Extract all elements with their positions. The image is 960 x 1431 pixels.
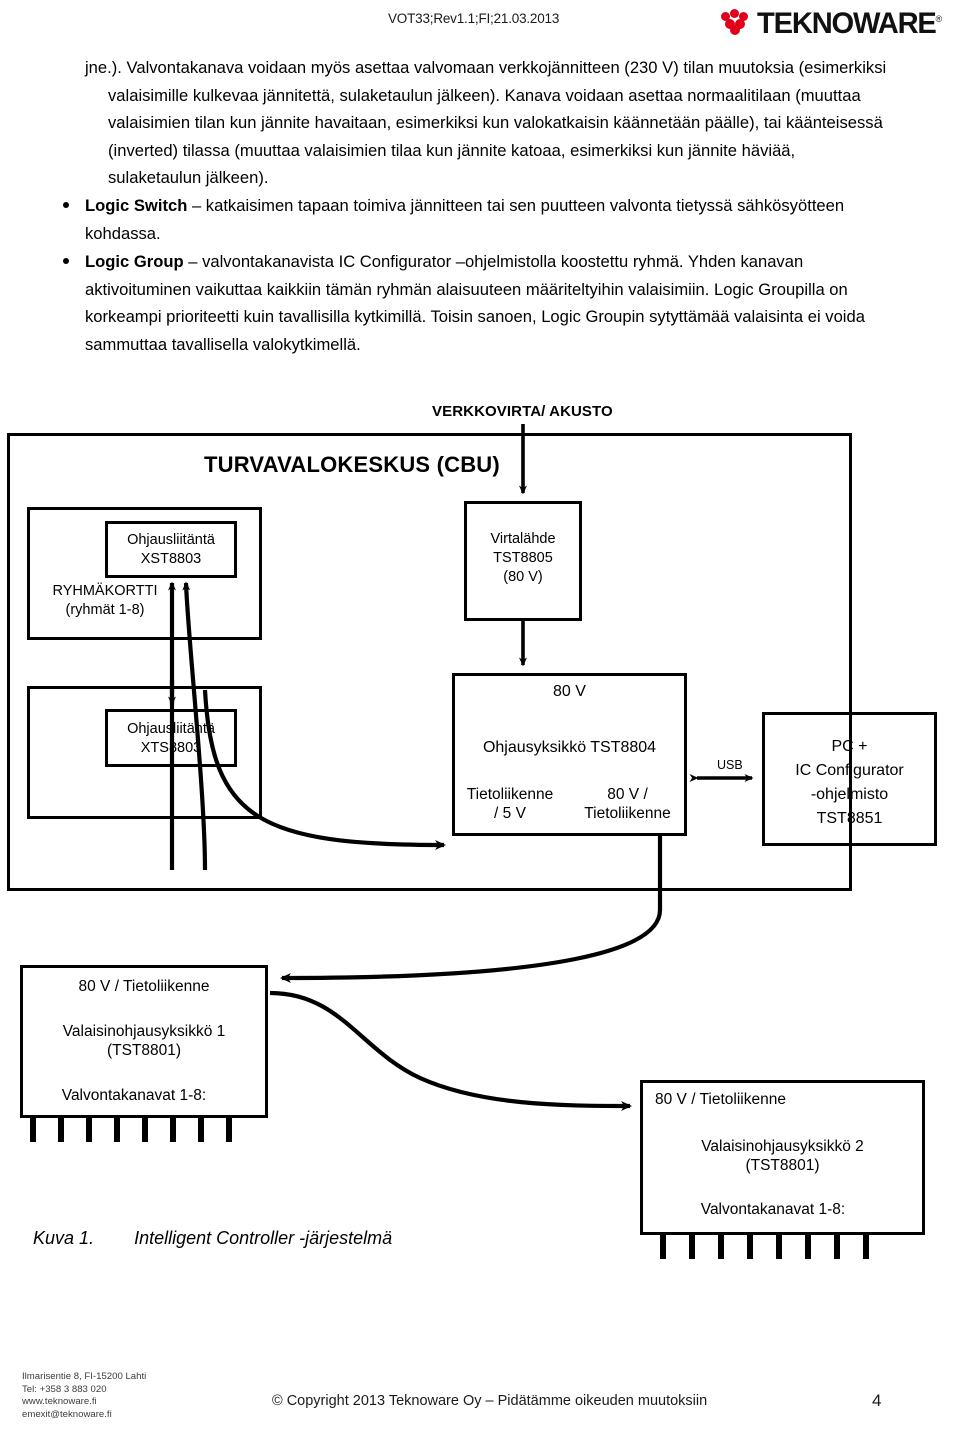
control-unit-title: Ohjausyksikkö TST8804 xyxy=(482,739,657,756)
unit2-channels-label: Valvontakanavat 1-8: xyxy=(700,1201,846,1218)
pc-label: PC + IC Configurator -ohjelmisto TST8851 xyxy=(795,738,904,827)
list-item-term: Logic Switch xyxy=(85,196,188,215)
system-diagram: VERKKOVIRTA/ AKUSTO TURVAVALOKESKUS (CBU… xyxy=(0,390,960,1295)
cbu-title: TURVAVALOKESKUS (CBU) xyxy=(204,452,500,477)
body-paragraph: jne.). Valvontakanava voidaan myös asett… xyxy=(85,58,887,187)
page-number: 4 xyxy=(872,1391,882,1410)
logo-wordmark: TEKNOWARE® xyxy=(757,4,942,39)
unit1-top-label: 80 V / Tietoliikenne xyxy=(78,978,210,995)
list-item: Logic Switch – katkaisimen tapaan toimiv… xyxy=(62,192,890,247)
footer-address: Ilmarisentie 8, FI-15200 Lahti Tel: +358… xyxy=(22,1371,147,1420)
xts8803-label: Ohjausliitäntä XTS8803 xyxy=(127,721,215,756)
teknoware-logo: TEKNOWARE® xyxy=(721,4,948,38)
registered-trademark-icon: ® xyxy=(935,13,943,24)
ryhmakortti-label: RYHMÄKORTTI (ryhmät 1-8) xyxy=(52,583,158,618)
footer-copyright: © Copyright 2013 Teknoware Oy – Pidätämm… xyxy=(272,1393,708,1409)
footer-divider xyxy=(0,1358,960,1359)
usb-label: USB xyxy=(717,758,743,772)
control-unit-comm-left: Tietoliikenne / 5 V xyxy=(466,786,554,822)
figure-caption-number: Kuva 1. xyxy=(33,1228,95,1248)
power-supply-label: Virtalähde TST8805 (80 V) xyxy=(490,531,556,585)
list-item-text: – valvontakanavista IC Configurator –ohj… xyxy=(85,252,865,354)
document-code: VOT33;Rev1.1;FI;21.03.2013 xyxy=(388,11,560,26)
mains-label: VERKKOVIRTA/ AKUSTO xyxy=(432,403,613,420)
list-item: Logic Group – valvontakanavista IC Confi… xyxy=(62,248,890,358)
control-unit-voltage: 80 V xyxy=(553,683,586,700)
bullet-dot-icon xyxy=(63,202,69,208)
logo-dots-icon xyxy=(721,8,755,35)
list-item-term: Logic Group xyxy=(85,252,184,271)
figure-caption: Kuva 1. Intelligent Controller -järjeste… xyxy=(33,1228,392,1249)
body-paragraph-block: jne.). Valvontakanava voidaan myös asett… xyxy=(85,54,890,192)
unit2-top-label: 80 V / Tietoliikenne xyxy=(655,1091,786,1108)
unit2-title: Valaisinohjausyksikkö 2 (TST8801) xyxy=(701,1138,864,1174)
bullet-dot-icon xyxy=(63,258,69,264)
control-unit-comm-right: 80 V / Tietoliikenne xyxy=(584,786,671,822)
cbu-frame xyxy=(7,433,852,891)
bullet-list: Logic Switch – katkaisimen tapaan toimiv… xyxy=(62,192,890,359)
unit1-channels-label: Valvontakanavat 1-8: xyxy=(61,1087,207,1104)
connector-unit1-to-unit2 xyxy=(269,990,632,1111)
list-item-text: – katkaisimen tapaan toimiva jännitteen … xyxy=(85,196,845,243)
logo-wordmark-text: TEKNOWARE xyxy=(757,6,937,40)
figure-caption-text: Intelligent Controller -järjestelmä xyxy=(134,1228,393,1248)
unit1-title: Valaisinohjausyksikkö 1 (TST8801) xyxy=(62,1023,226,1059)
page-header: VOT33;Rev1.1;FI;21.03.2013 TEKNOWARE® xyxy=(0,0,960,48)
xst8803-label: Ohjausliitäntä XST8803 xyxy=(127,532,215,567)
